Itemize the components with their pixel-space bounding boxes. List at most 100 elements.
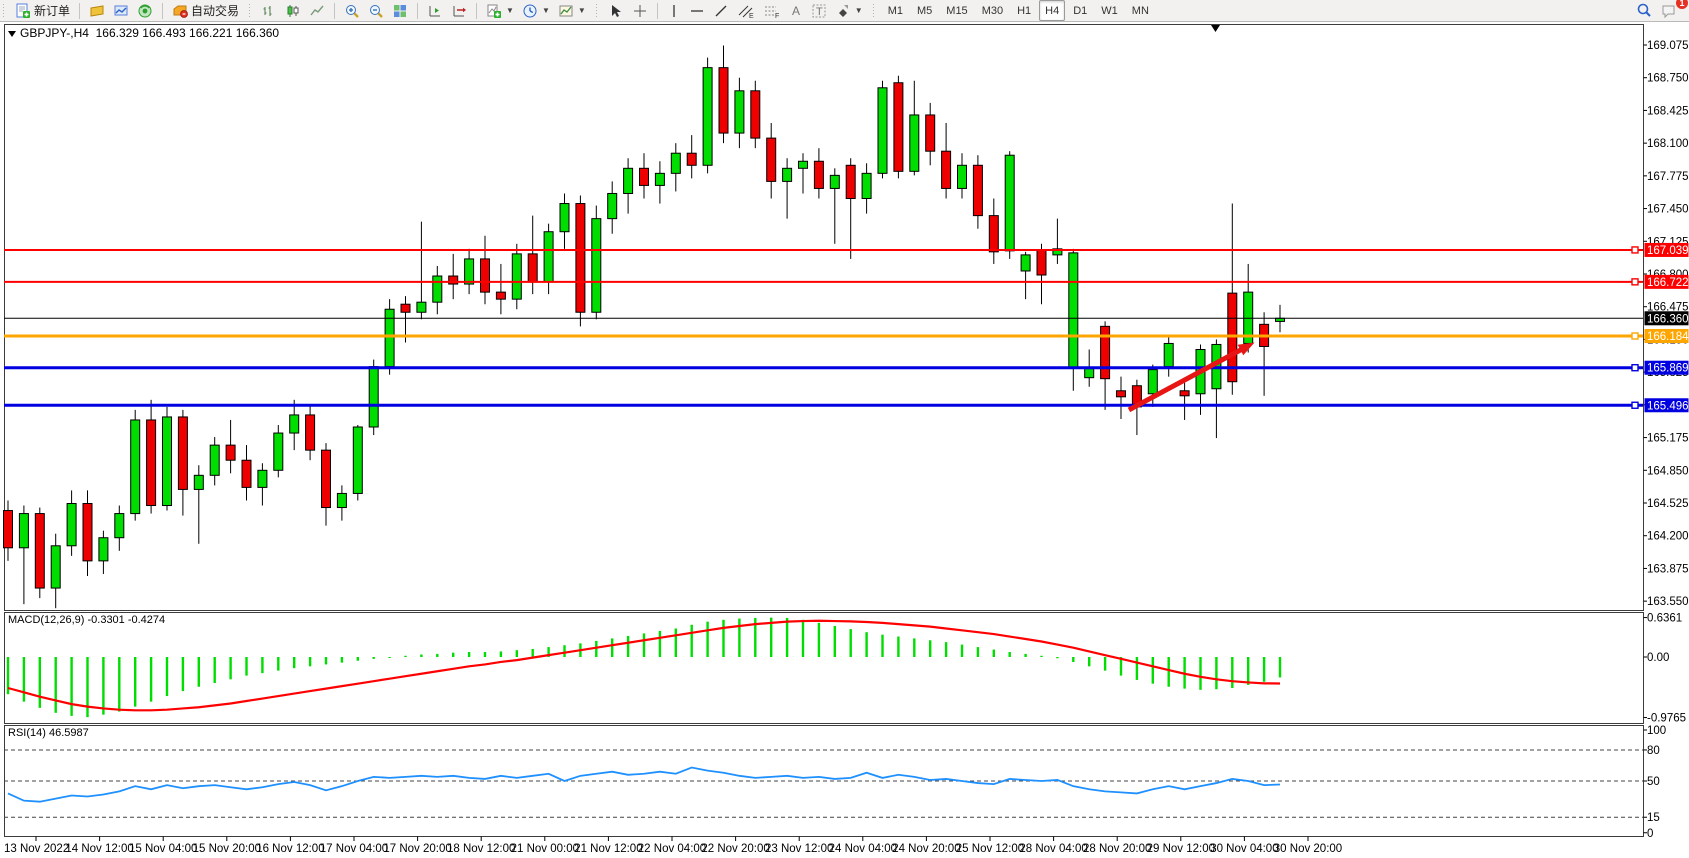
price-axis-tick-label[interactable]: 163.875: [1647, 563, 1689, 575]
timeframe-button-h1[interactable]: H1: [1011, 0, 1037, 21]
periods-button[interactable]: ▼: [518, 0, 554, 21]
chart-shift-button[interactable]: [423, 0, 447, 21]
trendline-tool-button[interactable]: [709, 0, 733, 21]
line-anchor-handle[interactable]: [1632, 365, 1638, 371]
macd-histogram-bar: [1247, 657, 1249, 685]
time-axis-label[interactable]: 23 Nov 12:00: [765, 843, 833, 855]
time-axis-label[interactable]: 24 Nov 20:00: [892, 843, 960, 855]
crosshair-tool-button[interactable]: [628, 0, 652, 21]
price-axis-tick-label[interactable]: 168.425: [1647, 105, 1689, 117]
cursor-tool-button[interactable]: [604, 0, 628, 21]
templates-button[interactable]: ▼: [554, 0, 590, 21]
toolbar-separator: [334, 3, 335, 19]
time-axis-label[interactable]: 29 Nov 12:00: [1147, 843, 1215, 855]
timeframe-button-h4[interactable]: H4: [1039, 0, 1065, 21]
macd-histogram-bar: [150, 657, 152, 702]
time-axis-label[interactable]: 15 Nov 04:00: [129, 843, 197, 855]
text-label-tool-button[interactable]: T: [807, 0, 831, 21]
time-axis-label[interactable]: 21 Nov 00:00: [511, 843, 579, 855]
time-axis-label[interactable]: 24 Nov 04:00: [829, 843, 897, 855]
time-axis-label[interactable]: 22 Nov 20:00: [701, 843, 769, 855]
time-axis-label[interactable]: 28 Nov 04:00: [1019, 843, 1087, 855]
price-axis-tick-label[interactable]: 168.100: [1647, 138, 1689, 150]
time-axis-label[interactable]: 25 Nov 12:00: [956, 843, 1024, 855]
candle-bull: [1021, 255, 1030, 271]
candlestick-mode-button[interactable]: [281, 0, 305, 21]
dropdown-caret-icon: ▼: [855, 6, 863, 15]
notifications-button[interactable]: 1: [1657, 0, 1683, 21]
price-axis-tick-label[interactable]: 164.200: [1647, 531, 1689, 543]
time-axis-label[interactable]: 30 Nov 20:00: [1274, 843, 1342, 855]
time-axis-label[interactable]: 14 Nov 12:00: [65, 843, 133, 855]
zoom-out-button[interactable]: [364, 0, 388, 21]
line-chart-mode-button[interactable]: [305, 0, 329, 21]
search-button[interactable]: [1631, 0, 1657, 21]
candle-bull: [369, 367, 378, 427]
rsi-axis-tick-label: 80: [1647, 745, 1660, 757]
auto-trading-button[interactable]: 自动交易: [168, 0, 243, 21]
price-axis-tick-label[interactable]: 169.075: [1647, 40, 1689, 52]
timeframe-button-w1[interactable]: W1: [1095, 0, 1124, 21]
price-axis-tick-label[interactable]: 164.525: [1647, 498, 1689, 510]
price-axis-tick-label[interactable]: 163.550: [1647, 596, 1689, 608]
market-watch-button[interactable]: [109, 0, 133, 21]
time-axis-label[interactable]: 17 Nov 04:00: [320, 843, 388, 855]
toolbar-drag-handle[interactable]: [872, 3, 876, 19]
candle-bull: [1164, 343, 1173, 366]
macd-current-values: -0.3301 -0.4274: [87, 614, 165, 626]
indicators-button[interactable]: ▼: [482, 0, 518, 21]
line-anchor-handle[interactable]: [1632, 333, 1638, 339]
bar-chart-mode-button[interactable]: [257, 0, 281, 21]
timeframe-button-m5[interactable]: M5: [911, 0, 938, 21]
dropdown-caret-icon: ▼: [542, 6, 550, 15]
auto-scroll-button[interactable]: [447, 0, 471, 21]
fibonacci-tool-button[interactable]: F: [759, 0, 785, 21]
toolbar-drag-handle[interactable]: [595, 3, 599, 19]
time-axis-label[interactable]: 17 Nov 20:00: [383, 843, 451, 855]
candle-bull: [560, 204, 569, 232]
toolbar-separator: [162, 3, 163, 19]
macd-histogram-bar: [675, 628, 677, 657]
time-axis-label[interactable]: 30 Nov 04:00: [1210, 843, 1278, 855]
vertical-line-tool-button[interactable]: [663, 0, 685, 21]
horizontal-line-tool-button[interactable]: [685, 0, 709, 21]
time-axis-label[interactable]: 28 Nov 20:00: [1083, 843, 1151, 855]
candle-bull: [862, 173, 871, 198]
candle-bull: [1069, 253, 1078, 368]
timeframe-button-m30[interactable]: M30: [976, 0, 1009, 21]
line-anchor-handle[interactable]: [1632, 279, 1638, 285]
equidistant-channel-tool-button[interactable]: E: [733, 0, 759, 21]
time-axis-label[interactable]: 21 Nov 12:00: [574, 843, 642, 855]
macd-histogram-bar: [102, 657, 104, 715]
price-axis-tick-label[interactable]: 164.850: [1647, 465, 1689, 477]
arrows-tool-button[interactable]: ▼: [831, 0, 867, 21]
new-order-button[interactable]: 新订单: [11, 0, 74, 21]
candle-bull: [783, 168, 792, 181]
time-axis-label[interactable]: 13 Nov 2022: [4, 843, 69, 855]
collapse-triangle-icon[interactable]: [8, 31, 16, 37]
candle-bull: [290, 415, 299, 433]
price-axis-tick-label[interactable]: 168.750: [1647, 73, 1689, 85]
line-anchor-handle[interactable]: [1632, 247, 1638, 253]
time-axis-label[interactable]: 16 Nov 12:00: [256, 843, 324, 855]
timeframe-button-mn[interactable]: MN: [1126, 0, 1155, 21]
data-feed-button[interactable]: [133, 0, 157, 21]
timeframe-button-m15[interactable]: M15: [940, 0, 973, 21]
toolbar-drag-handle[interactable]: [2, 3, 6, 19]
price-axis-tick-label[interactable]: 165.175: [1647, 433, 1689, 445]
price-axis-tick-label[interactable]: 167.775: [1647, 171, 1689, 183]
zoom-in-button[interactable]: [340, 0, 364, 21]
metaeditor-button[interactable]: [85, 0, 109, 21]
time-axis-label[interactable]: 15 Nov 20:00: [193, 843, 261, 855]
timeframe-button-m1[interactable]: M1: [882, 0, 909, 21]
price-axis-tick-label[interactable]: 167.450: [1647, 204, 1689, 216]
time-axis-label[interactable]: 18 Nov 12:00: [447, 843, 515, 855]
chart-canvas[interactable]: 169.075 168.750 168.425 168.100 167.775 167.4…: [0, 0, 1689, 858]
macd-histogram-bar: [452, 653, 454, 657]
timeframe-button-d1[interactable]: D1: [1067, 0, 1093, 21]
tile-windows-button[interactable]: [388, 0, 412, 21]
text-tool-button[interactable]: A: [785, 0, 807, 21]
time-axis-label[interactable]: 22 Nov 04:00: [638, 843, 706, 855]
line-anchor-handle[interactable]: [1632, 402, 1638, 408]
toolbar-drag-handle[interactable]: [248, 3, 252, 19]
